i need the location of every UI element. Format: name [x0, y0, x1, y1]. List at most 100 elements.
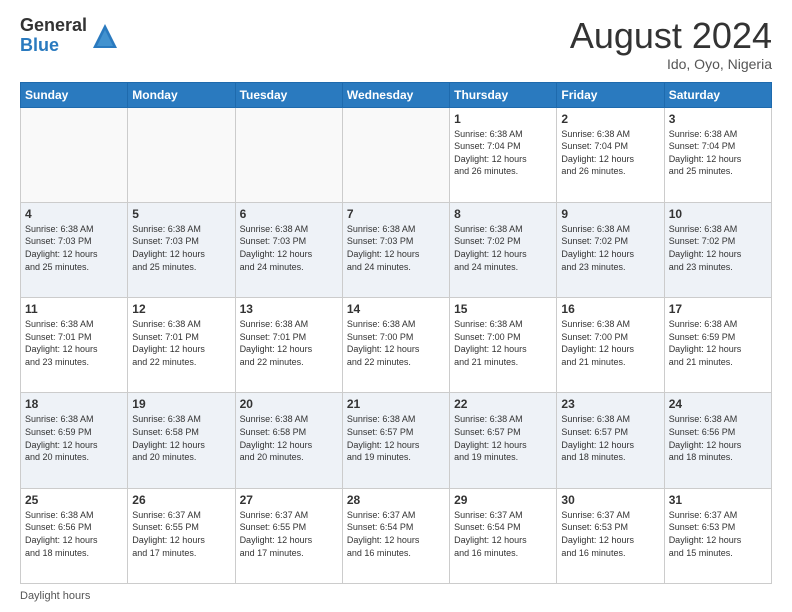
calendar-day-cell [235, 107, 342, 202]
calendar-day-cell: 27 Sunrise: 6:37 AM Sunset: 6:55 PM Dayli… [235, 488, 342, 583]
calendar-week-row: 11Sunrise: 6:38 AM Sunset: 7:01 PM Dayli… [21, 298, 772, 393]
day-info: Sunrise: 6:38 AM Sunset: 6:58 PM Dayligh… [240, 413, 338, 463]
day-number: 27 [240, 493, 338, 507]
day-info: Sunrise: 6:38 AM Sunset: 7:00 PM Dayligh… [347, 318, 445, 368]
day-info: Sunrise: 6:37 AM Sunset: 6:53 PM Dayligh… [669, 509, 767, 559]
day-number: 17 [669, 302, 767, 316]
calendar-day-cell: 26Sunrise: 6:37 AM Sunset: 6:55 PM Dayli… [128, 488, 235, 583]
day-number: 24 [669, 397, 767, 411]
logo-blue: Blue [20, 36, 87, 56]
day-number: 5 [132, 207, 230, 221]
day-number: 22 [454, 397, 552, 411]
day-info: Sunrise: 6:38 AM Sunset: 7:00 PM Dayligh… [561, 318, 659, 368]
calendar-day-cell: 3 Sunrise: 6:38 AM Sunset: 7:04 PM Daylig… [664, 107, 771, 202]
day-number: 15 [454, 302, 552, 316]
calendar-day-cell: 24Sunrise: 6:38 AM Sunset: 6:56 PM Dayli… [664, 393, 771, 488]
day-info: Sunrise: 6:37 AM Sunset: 6:54 PM Dayligh… [347, 509, 445, 559]
day-number: 8 [454, 207, 552, 221]
day-number: 1 [454, 112, 552, 126]
day-number: 29 [454, 493, 552, 507]
day-info: Sunrise: 6:38 AM Sunset: 7:03 PM Dayligh… [347, 223, 445, 273]
calendar-day-cell: 20 Sunrise: 6:38 AM Sunset: 6:58 PM Dayli… [235, 393, 342, 488]
day-info: Sunrise: 6:38 AM Sunset: 7:04 PM Dayligh… [454, 128, 552, 178]
calendar-day-header: Thursday [450, 82, 557, 107]
day-number: 14 [347, 302, 445, 316]
footer-text: Daylight hours [20, 590, 90, 602]
title-block: August 2024 Ido, Oyo, Nigeria [570, 16, 772, 72]
month-title: August 2024 [570, 16, 772, 56]
calendar-day-cell: 29Sunrise: 6:37 AM Sunset: 6:54 PM Dayli… [450, 488, 557, 583]
calendar-day-cell: 15 Sunrise: 6:38 AM Sunset: 7:00 PM Dayli… [450, 298, 557, 393]
day-info: Sunrise: 6:38 AM Sunset: 7:03 PM Dayligh… [132, 223, 230, 273]
calendar-week-row: 1 Sunrise: 6:38 AM Sunset: 7:04 PM Daylig… [21, 107, 772, 202]
calendar-day-cell: 6Sunrise: 6:38 AM Sunset: 7:03 PM Daylig… [235, 202, 342, 297]
calendar-day-cell: 5 Sunrise: 6:38 AM Sunset: 7:03 PM Daylig… [128, 202, 235, 297]
day-info: Sunrise: 6:37 AM Sunset: 6:53 PM Dayligh… [561, 509, 659, 559]
calendar-week-row: 25Sunrise: 6:38 AM Sunset: 6:56 PM Dayli… [21, 488, 772, 583]
day-info: Sunrise: 6:38 AM Sunset: 7:02 PM Dayligh… [454, 223, 552, 273]
calendar-day-cell: 7Sunrise: 6:38 AM Sunset: 7:03 PM Daylig… [342, 202, 449, 297]
day-info: Sunrise: 6:38 AM Sunset: 7:02 PM Dayligh… [561, 223, 659, 273]
calendar-day-cell: 21Sunrise: 6:38 AM Sunset: 6:57 PM Dayli… [342, 393, 449, 488]
calendar-day-cell: 12Sunrise: 6:38 AM Sunset: 7:01 PM Dayli… [128, 298, 235, 393]
day-number: 10 [669, 207, 767, 221]
page: General Blue August 2024 Ido, Oyo, Niger… [0, 0, 792, 612]
day-info: Sunrise: 6:38 AM Sunset: 6:59 PM Dayligh… [25, 413, 123, 463]
day-info: Sunrise: 6:38 AM Sunset: 7:04 PM Dayligh… [561, 128, 659, 178]
calendar-day-cell: 19 Sunrise: 6:38 AM Sunset: 6:58 PM Dayli… [128, 393, 235, 488]
calendar-day-cell: 22 Sunrise: 6:38 AM Sunset: 6:57 PM Dayli… [450, 393, 557, 488]
day-info: Sunrise: 6:38 AM Sunset: 6:57 PM Dayligh… [561, 413, 659, 463]
day-number: 20 [240, 397, 338, 411]
calendar-day-cell: 9 Sunrise: 6:38 AM Sunset: 7:02 PM Daylig… [557, 202, 664, 297]
day-info: Sunrise: 6:38 AM Sunset: 6:57 PM Dayligh… [347, 413, 445, 463]
calendar-day-cell: 13 Sunrise: 6:38 AM Sunset: 7:01 PM Dayli… [235, 298, 342, 393]
calendar-day-header: Saturday [664, 82, 771, 107]
day-info: Sunrise: 6:38 AM Sunset: 7:04 PM Dayligh… [669, 128, 767, 178]
day-info: Sunrise: 6:38 AM Sunset: 6:58 PM Dayligh… [132, 413, 230, 463]
calendar-day-cell: 31 Sunrise: 6:37 AM Sunset: 6:53 PM Dayli… [664, 488, 771, 583]
calendar-day-header: Tuesday [235, 82, 342, 107]
day-info: Sunrise: 6:38 AM Sunset: 7:01 PM Dayligh… [25, 318, 123, 368]
footer: Daylight hours [20, 590, 772, 602]
calendar-day-cell: 11Sunrise: 6:38 AM Sunset: 7:01 PM Dayli… [21, 298, 128, 393]
day-number: 6 [240, 207, 338, 221]
calendar-day-cell [342, 107, 449, 202]
calendar-day-cell: 8 Sunrise: 6:38 AM Sunset: 7:02 PM Daylig… [450, 202, 557, 297]
day-info: Sunrise: 6:38 AM Sunset: 6:59 PM Dayligh… [669, 318, 767, 368]
day-info: Sunrise: 6:38 AM Sunset: 6:57 PM Dayligh… [454, 413, 552, 463]
day-number: 19 [132, 397, 230, 411]
calendar-day-header: Monday [128, 82, 235, 107]
logo-icon [89, 20, 121, 52]
day-info: Sunrise: 6:38 AM Sunset: 7:02 PM Dayligh… [669, 223, 767, 273]
day-number: 9 [561, 207, 659, 221]
calendar-day-cell [128, 107, 235, 202]
day-number: 25 [25, 493, 123, 507]
subtitle: Ido, Oyo, Nigeria [570, 56, 772, 72]
day-number: 28 [347, 493, 445, 507]
logo-general: General [20, 16, 87, 36]
calendar-day-cell: 18 Sunrise: 6:38 AM Sunset: 6:59 PM Dayli… [21, 393, 128, 488]
calendar-day-cell: 28 Sunrise: 6:37 AM Sunset: 6:54 PM Dayli… [342, 488, 449, 583]
day-number: 26 [132, 493, 230, 507]
calendar-day-cell: 30Sunrise: 6:37 AM Sunset: 6:53 PM Dayli… [557, 488, 664, 583]
logo: General Blue [20, 16, 121, 56]
day-info: Sunrise: 6:38 AM Sunset: 7:00 PM Dayligh… [454, 318, 552, 368]
calendar-day-cell: 2Sunrise: 6:38 AM Sunset: 7:04 PM Daylig… [557, 107, 664, 202]
day-number: 18 [25, 397, 123, 411]
header: General Blue August 2024 Ido, Oyo, Niger… [20, 16, 772, 72]
day-number: 3 [669, 112, 767, 126]
day-info: Sunrise: 6:38 AM Sunset: 7:03 PM Dayligh… [25, 223, 123, 273]
calendar-day-cell: 25Sunrise: 6:38 AM Sunset: 6:56 PM Dayli… [21, 488, 128, 583]
calendar-day-cell: 4Sunrise: 6:38 AM Sunset: 7:03 PM Daylig… [21, 202, 128, 297]
day-info: Sunrise: 6:37 AM Sunset: 6:55 PM Dayligh… [240, 509, 338, 559]
calendar-day-cell: 16 Sunrise: 6:38 AM Sunset: 7:00 PM Dayli… [557, 298, 664, 393]
calendar-day-cell: 10 Sunrise: 6:38 AM Sunset: 7:02 PM Dayli… [664, 202, 771, 297]
calendar-day-cell [21, 107, 128, 202]
day-number: 31 [669, 493, 767, 507]
calendar-day-header: Wednesday [342, 82, 449, 107]
calendar-day-header: Friday [557, 82, 664, 107]
day-info: Sunrise: 6:38 AM Sunset: 7:01 PM Dayligh… [240, 318, 338, 368]
day-number: 13 [240, 302, 338, 316]
day-number: 16 [561, 302, 659, 316]
calendar-header-row: SundayMondayTuesdayWednesdayThursdayFrid… [21, 82, 772, 107]
